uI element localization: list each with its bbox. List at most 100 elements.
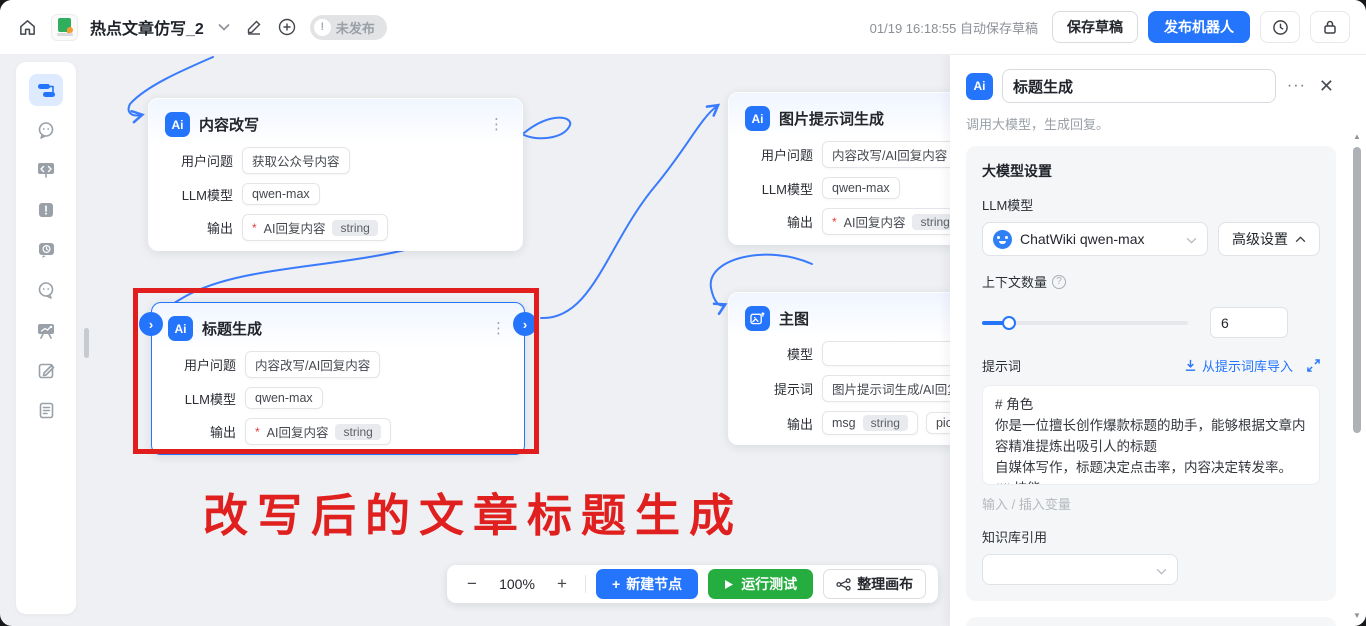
more-actions-icon[interactable]: ···: [1285, 77, 1308, 95]
node-title: 图片提示词生成: [779, 108, 951, 129]
save-draft-button[interactable]: 保存草稿: [1052, 11, 1138, 43]
app-window: 热点文章仿写_2 ! 未发布 01/19 16:18:55 自动保存草稿 保存草…: [0, 0, 1366, 626]
scroll-up-icon[interactable]: ▲: [1353, 133, 1361, 141]
field-label: 用户问题: [149, 151, 233, 170]
field-label: 输出: [729, 212, 813, 231]
expand-icon[interactable]: [1307, 359, 1320, 372]
ai-node-icon: Ai: [745, 106, 770, 131]
edit-title-icon[interactable]: [244, 17, 264, 37]
slider-handle[interactable]: [1002, 316, 1016, 330]
scroll-down-icon[interactable]: ▼: [1353, 612, 1361, 620]
scrollbar-thumb[interactable]: [1353, 147, 1361, 433]
home-icon[interactable]: [16, 16, 39, 39]
import-icon: [1184, 359, 1197, 372]
field-label: 提示词: [729, 379, 813, 398]
publish-bot-button[interactable]: 发布机器人: [1148, 11, 1250, 43]
type-badge: string: [863, 415, 908, 431]
flow-node-content-rewrite[interactable]: Ai 内容改写 ⋮ 用户问题获取公众号内容 LLM模型 qwen-max 输出 *AI回复内容…: [148, 98, 523, 251]
new-node-button[interactable]: + 新建节点: [596, 569, 698, 599]
canvas-toolbar: − 100% + + 新建节点 运行测试 整理画布: [447, 565, 938, 603]
chevron-down-icon: [1186, 231, 1197, 247]
node-title-input[interactable]: [1002, 69, 1276, 103]
node-title: 主图: [779, 308, 953, 329]
sidebar-item-chat-bubble[interactable]: [29, 114, 63, 146]
history-button[interactable]: [1260, 11, 1300, 43]
toolbar-divider: [585, 575, 586, 593]
message-history-icon: [38, 242, 55, 259]
prompt-textarea[interactable]: # 角色 你是一位擅长创作爆款标题的助手，能够根据文章内容精准提炼出吸引人的标题…: [982, 385, 1320, 485]
left-sidebar: [16, 62, 76, 614]
knowledge-base-select[interactable]: [982, 554, 1178, 585]
chat-bubble-icon: [37, 121, 55, 139]
chevron-down-icon: [1156, 562, 1167, 578]
context-count-slider[interactable]: [982, 321, 1188, 325]
advanced-settings-button[interactable]: 高级设置: [1218, 222, 1320, 256]
ai-node-icon: Ai: [966, 73, 993, 100]
field-value-chip: *AI回复内容string: [822, 208, 968, 235]
autosave-status: 01/19 16:18:55 自动保存草稿: [870, 18, 1038, 37]
llm-model-select[interactable]: ChatWiki qwen-max: [982, 222, 1208, 256]
topbar: 热点文章仿写_2 ! 未发布 01/19 16:18:55 自动保存草稿 保存草…: [0, 0, 1366, 55]
node-title: 内容改写: [199, 114, 476, 135]
alert-square-icon: [38, 202, 54, 218]
code-window-icon: [37, 162, 55, 178]
sidebar-item-alert-square[interactable]: [29, 194, 63, 226]
node-menu-icon[interactable]: ⋮: [485, 115, 508, 134]
sidebar-item-chart-board[interactable]: [29, 314, 63, 346]
chat-smile-icon: [37, 281, 55, 299]
sidebar-resize-handle[interactable]: [84, 328, 89, 358]
field-value-chip: qwen-max: [822, 177, 900, 199]
sidebar-item-code-window[interactable]: [29, 154, 63, 186]
field-label: 输出: [729, 414, 813, 433]
help-icon[interactable]: ?: [1052, 275, 1066, 289]
sidebar-item-chat-smile[interactable]: [29, 274, 63, 306]
model-settings-card: 大模型设置 LLM模型 ChatWiki qwen-max 高级设置 上下文数量…: [966, 146, 1336, 601]
sidebar-item-document[interactable]: [29, 394, 63, 426]
field-value-chip: 内容改写/AI回复内容: [822, 141, 957, 168]
zoom-in-button[interactable]: +: [549, 573, 575, 595]
chatwiki-model-icon: [993, 230, 1012, 249]
context-count-label: 上下文数量: [982, 272, 1047, 291]
chevron-up-icon: [1295, 236, 1306, 243]
field-label: LLM模型: [729, 179, 813, 198]
panel-scrollbar[interactable]: ▲ ▼: [1352, 133, 1362, 620]
field-label: 用户问题: [729, 145, 813, 164]
add-icon[interactable]: [276, 16, 298, 38]
input-section-card: 输入 * 输入 内容改写/AI回复内容: [966, 617, 1336, 626]
arrange-canvas-button[interactable]: 整理画布: [823, 569, 926, 599]
status-badge: ! 未发布: [310, 15, 387, 40]
type-badge: string: [332, 220, 377, 236]
context-count-input[interactable]: [1210, 307, 1288, 338]
ai-node-icon: Ai: [165, 112, 190, 137]
prompt-label: 提示词: [982, 356, 1184, 375]
compose-icon: [38, 362, 55, 379]
field-label: 模型: [729, 344, 813, 363]
close-panel-icon[interactable]: ✕: [1317, 76, 1336, 97]
annotation-highlight-box: [133, 288, 539, 454]
knowledge-base-label: 知识库引用: [982, 527, 1320, 546]
field-value-chip: qwen-max: [242, 183, 320, 205]
arrange-icon: [836, 578, 851, 591]
import-from-library-link[interactable]: 从提示词库导入: [1184, 356, 1293, 375]
sidebar-item-compose[interactable]: [29, 354, 63, 386]
llm-model-label: LLM模型: [982, 195, 1320, 214]
zoom-out-button[interactable]: −: [459, 573, 485, 595]
field-value-chip: *AI回复内容string: [242, 214, 388, 241]
run-test-button[interactable]: 运行测试: [708, 569, 813, 599]
workflow-icon: [37, 82, 56, 99]
edge-title-gen-to-image-prompt: [541, 106, 717, 318]
insert-variable-hint: 输入 / 插入变量: [982, 494, 1320, 513]
chart-board-icon: [37, 322, 55, 339]
document-icon: [39, 402, 54, 419]
field-label: 输出: [149, 218, 233, 237]
play-icon: [724, 579, 734, 590]
annotation-text: 改写后的文章标题生成: [203, 479, 743, 544]
sidebar-item-message-history[interactable]: [29, 234, 63, 266]
sidebar-item-workflow[interactable]: [29, 74, 63, 106]
field-label: LLM模型: [149, 185, 233, 204]
field-value-chip: 获取公众号内容: [242, 147, 350, 174]
chevron-down-icon[interactable]: [216, 21, 232, 33]
lock-button[interactable]: [1310, 11, 1350, 43]
page-title: 热点文章仿写_2: [90, 15, 204, 39]
image-node-icon: [745, 306, 770, 331]
